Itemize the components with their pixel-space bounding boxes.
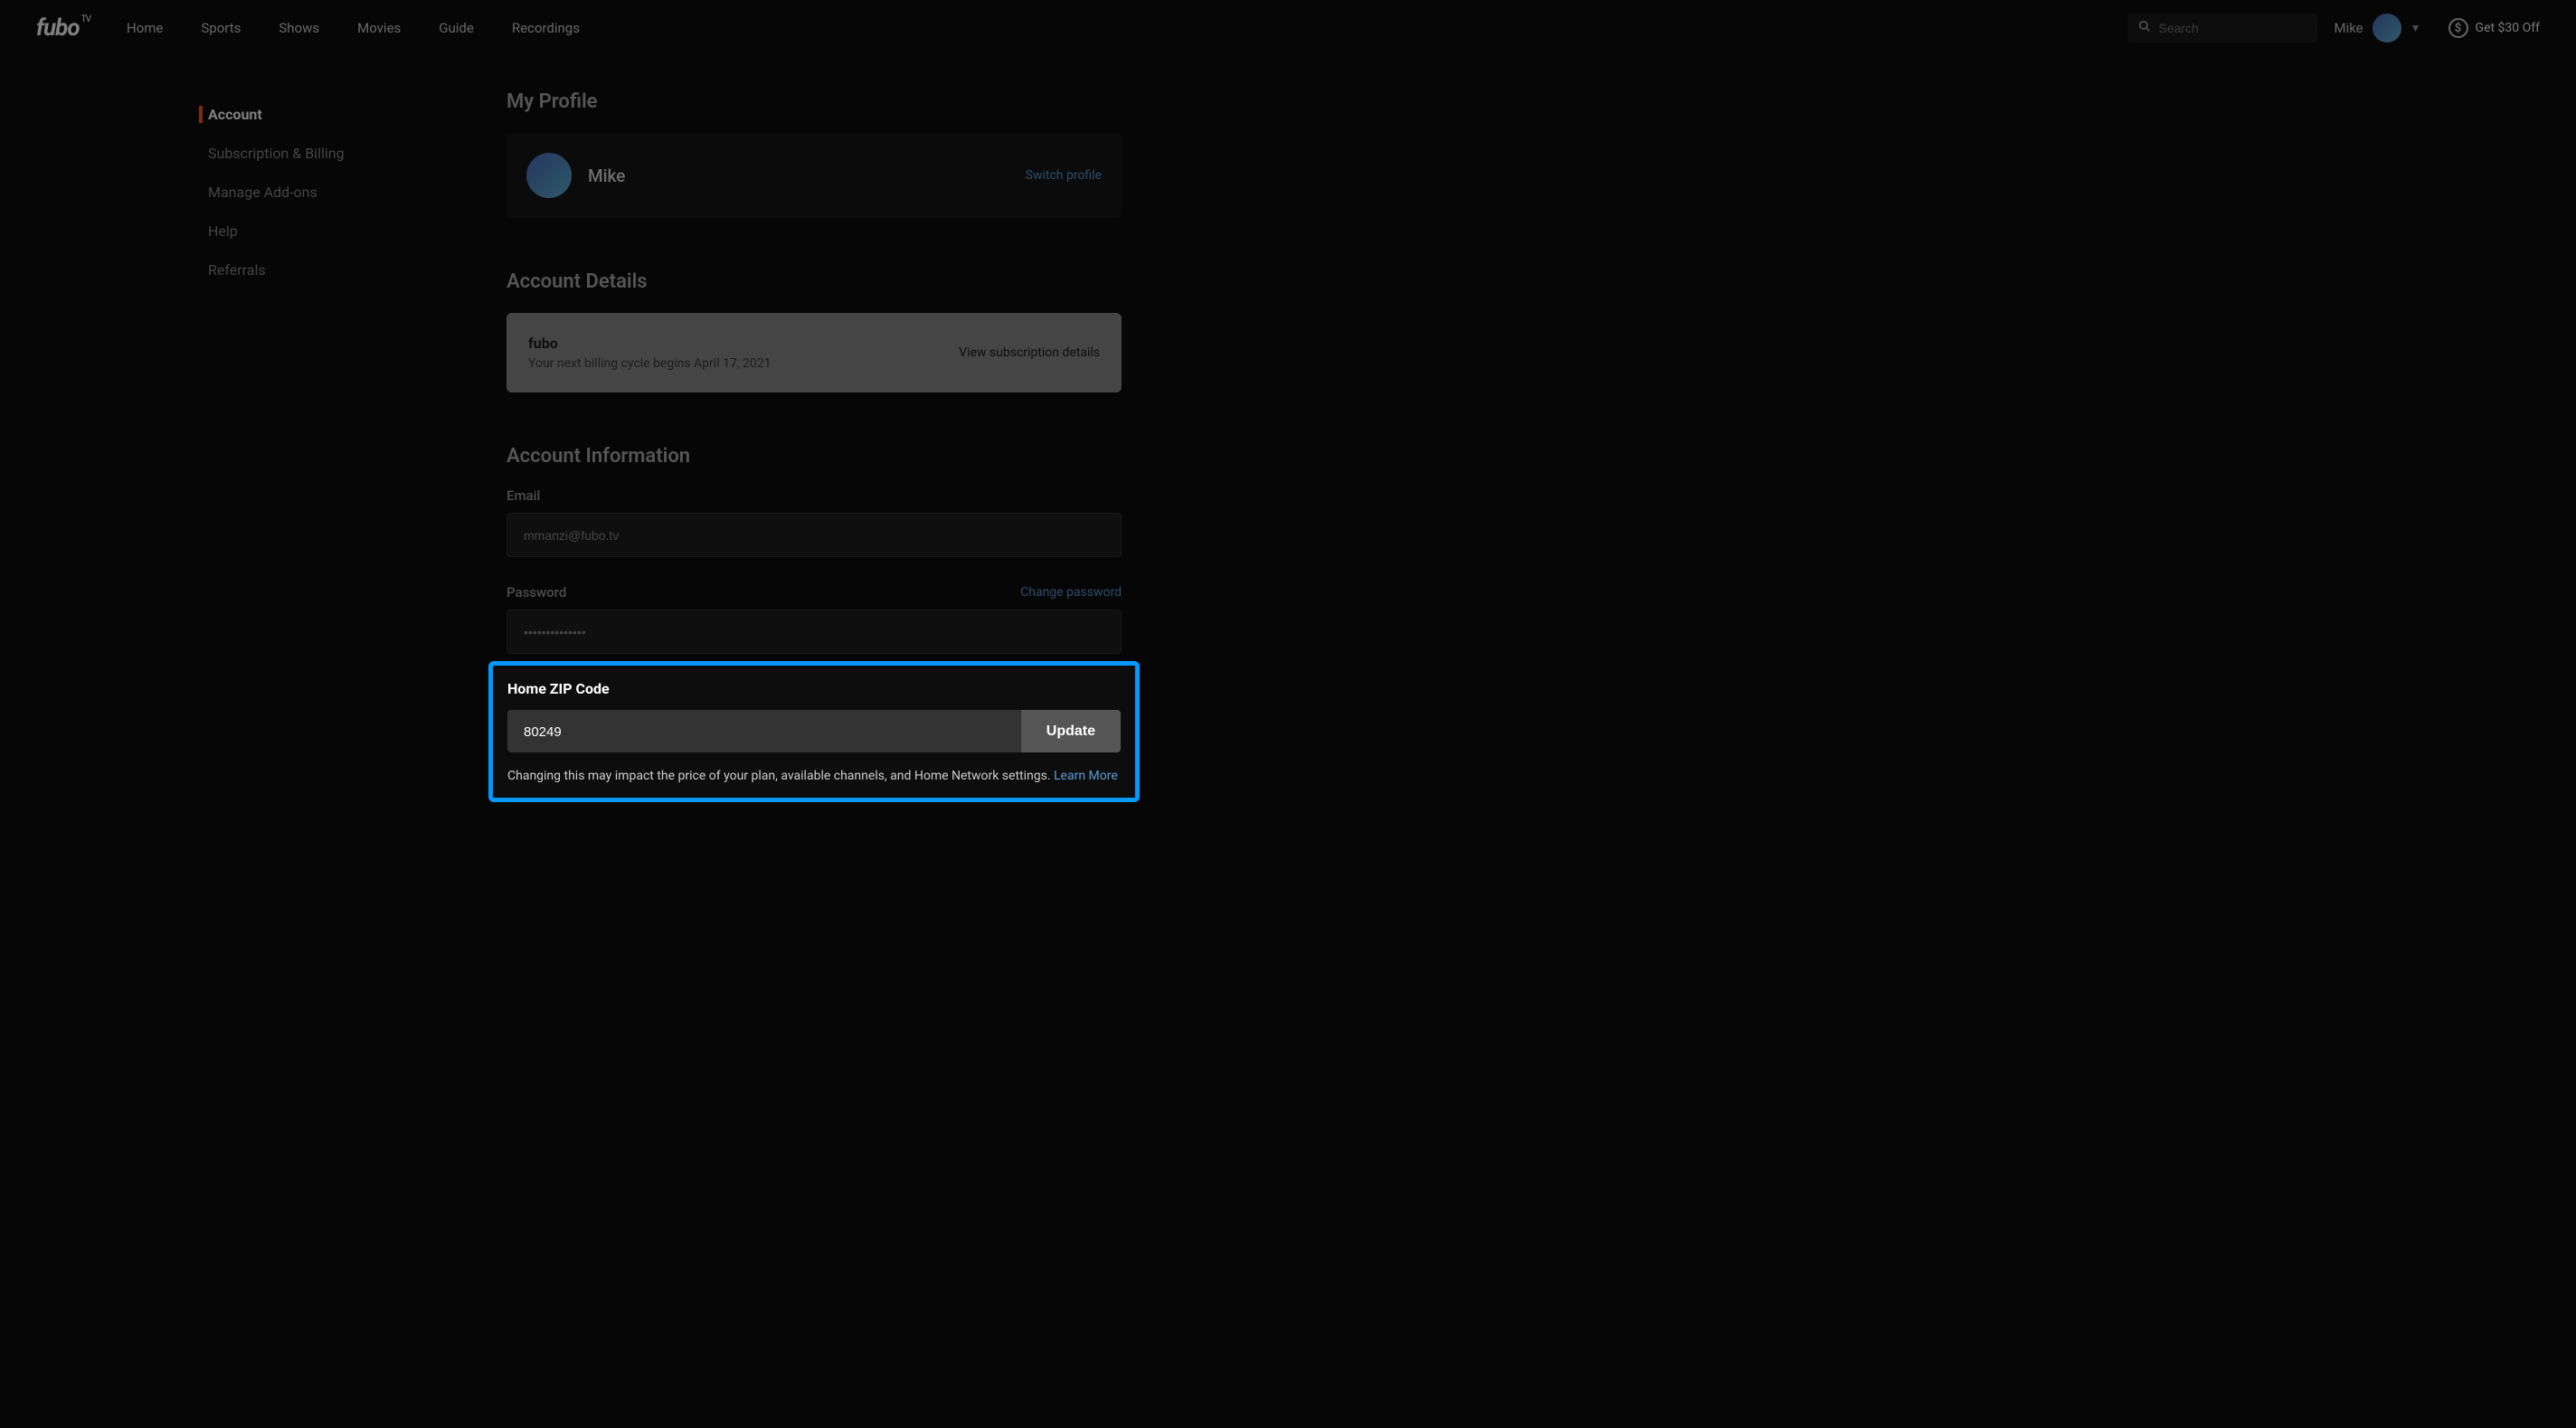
zip-row: Update <box>507 710 1121 752</box>
email-input[interactable] <box>524 528 1104 543</box>
info-section-title: Account Information <box>507 445 1122 468</box>
sidebar-item-help[interactable]: Help <box>208 212 416 251</box>
password-label: Password <box>507 584 566 601</box>
top-header: fuboTV Home Sports Shows Movies Guide Re… <box>0 0 2576 56</box>
password-input[interactable] <box>524 625 1104 639</box>
password-label-row: Password Change password <box>507 584 1122 601</box>
profile-card: Mike Switch profile <box>507 133 1122 218</box>
zip-input[interactable] <box>524 724 1005 740</box>
details-card: fubo Your next billing cycle begins Apri… <box>507 313 1122 392</box>
content-area: My Profile Mike Switch profile Account D… <box>507 90 1122 802</box>
promo-label: Get $30 Off <box>2476 21 2540 35</box>
profile-section-title: My Profile <box>507 90 1122 113</box>
main-container: Account Subscription & Billing Manage Ad… <box>0 56 2576 837</box>
sidebar-item-subscription[interactable]: Subscription & Billing <box>208 134 416 173</box>
zip-input-wrapper <box>507 710 1021 752</box>
settings-sidebar: Account Subscription & Billing Manage Ad… <box>208 90 416 802</box>
password-input-wrapper <box>507 610 1122 654</box>
user-name-label: Mike <box>2334 20 2363 36</box>
user-avatar <box>2372 14 2401 43</box>
search-box[interactable] <box>2127 14 2317 43</box>
plan-name: fubo <box>528 335 959 352</box>
zip-highlight-box: Home ZIP Code Update Changing this may i… <box>488 661 1140 802</box>
update-button[interactable]: Update <box>1021 710 1121 752</box>
main-nav: Home Sports Shows Movies Guide Recording… <box>127 20 580 36</box>
disclaimer-text: Changing this may impact the price of yo… <box>507 769 1054 783</box>
change-password-link[interactable]: Change password <box>1020 585 1122 600</box>
nav-movies[interactable]: Movies <box>357 20 401 36</box>
switch-profile-link[interactable]: Switch profile <box>1026 168 1102 183</box>
learn-more-link[interactable]: Learn More <box>1054 769 1118 783</box>
nav-shows[interactable]: Shows <box>279 20 319 36</box>
profile-name: Mike <box>588 165 625 186</box>
search-input[interactable] <box>2158 21 2322 35</box>
sidebar-item-referrals[interactable]: Referrals <box>208 251 416 289</box>
logo-text: fubo <box>36 14 80 42</box>
logo[interactable]: fuboTV <box>36 14 90 42</box>
billing-info: Your next billing cycle begins April 17,… <box>528 356 959 371</box>
nav-home[interactable]: Home <box>127 20 163 36</box>
sidebar-item-account[interactable]: Account <box>208 95 416 134</box>
details-left: fubo Your next billing cycle begins Apri… <box>528 335 959 371</box>
sidebar-item-addons[interactable]: Manage Add-ons <box>208 173 416 212</box>
profile-avatar <box>526 153 572 198</box>
logo-suffix: TV <box>81 14 90 24</box>
chevron-down-icon: ▼ <box>2410 22 2421 34</box>
search-icon <box>2138 20 2151 36</box>
email-input-wrapper <box>507 513 1122 557</box>
nav-recordings[interactable]: Recordings <box>512 20 580 36</box>
nav-sports[interactable]: Sports <box>201 20 241 36</box>
zip-label: Home ZIP Code <box>507 680 1121 697</box>
dollar-icon: $ <box>2448 18 2468 38</box>
email-label: Email <box>507 487 1122 504</box>
details-section-title: Account Details <box>507 270 1122 293</box>
promo-button[interactable]: $ Get $30 Off <box>2448 18 2540 38</box>
zip-disclaimer: Changing this may impact the price of yo… <box>507 769 1121 783</box>
view-subscription-link[interactable]: View subscription details <box>959 345 1100 360</box>
user-menu[interactable]: Mike ▼ <box>2334 14 2420 43</box>
nav-guide[interactable]: Guide <box>439 20 474 36</box>
header-right: Mike ▼ $ Get $30 Off <box>2127 14 2540 43</box>
